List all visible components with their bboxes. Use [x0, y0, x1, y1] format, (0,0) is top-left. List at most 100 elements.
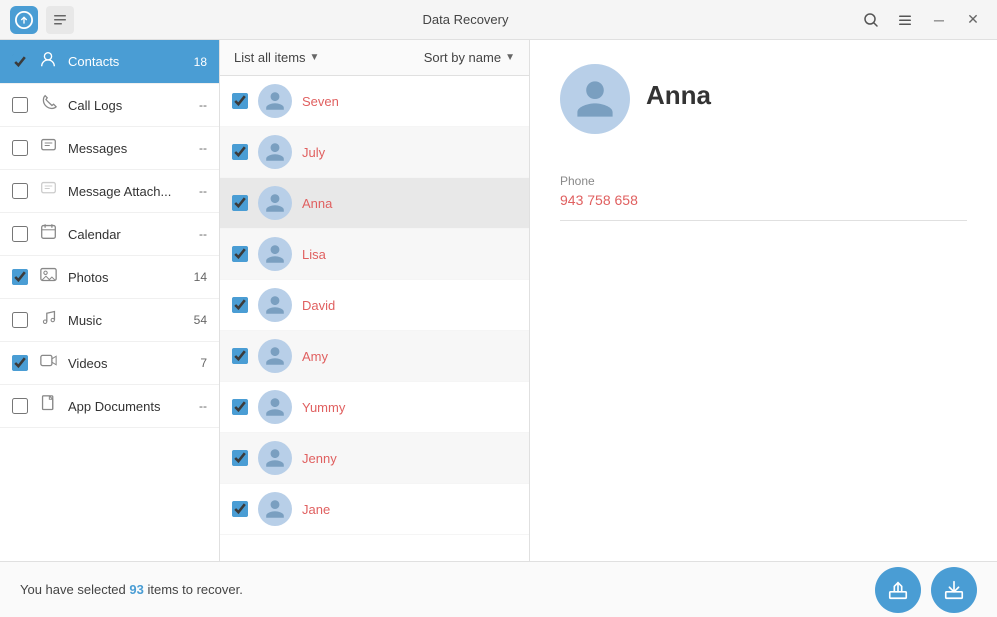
sidebar-videos-count: 7 — [200, 356, 207, 370]
lisa-name: Lisa — [302, 247, 326, 262]
minimize-button[interactable]: ─ — [925, 6, 953, 34]
footer-actions — [875, 567, 977, 613]
restore-to-device-button[interactable] — [875, 567, 921, 613]
list-filter-label: List all items — [234, 50, 306, 65]
footer-suffix: items to recover. — [144, 582, 243, 597]
seven-avatar — [258, 84, 292, 118]
photos-checkbox[interactable] — [12, 269, 28, 285]
sidebar-item-message-attach[interactable]: Message Attach... -- — [0, 170, 219, 213]
window-controls: ─ ✕ — [857, 6, 987, 34]
content-area: List all items ▼ Sort by name ▼ Seven — [220, 40, 997, 561]
sidebar-messages-count: -- — [199, 141, 207, 155]
amy-name: Amy — [302, 349, 328, 364]
sidebar-msgattach-label: Message Attach... — [68, 184, 199, 199]
sidebar-photos-label: Photos — [68, 270, 194, 285]
msg-attach-checkbox[interactable] — [12, 183, 28, 199]
july-name: July — [302, 145, 325, 160]
amy-checkbox[interactable] — [232, 348, 248, 364]
save-to-computer-button[interactable] — [931, 567, 977, 613]
secondary-logo[interactable] — [46, 6, 74, 34]
sidebar-music-label: Music — [68, 313, 194, 328]
july-checkbox[interactable] — [232, 144, 248, 160]
jane-checkbox[interactable] — [232, 501, 248, 517]
footer: You have selected 93 items to recover. — [0, 561, 997, 617]
sidebar-msgattach-count: -- — [199, 184, 207, 198]
list-item[interactable]: Jane — [220, 484, 529, 535]
list-all-items-dropdown[interactable]: List all items ▼ — [234, 50, 319, 65]
list-item[interactable]: David — [220, 280, 529, 331]
filter-dropdown-arrow: ▼ — [310, 52, 320, 63]
jenny-name: Jenny — [302, 451, 337, 466]
anna-avatar — [258, 186, 292, 220]
sidebar-item-videos[interactable]: Videos 7 — [0, 342, 219, 385]
yummy-checkbox[interactable] — [232, 399, 248, 415]
david-checkbox[interactable] — [232, 297, 248, 313]
seven-checkbox[interactable] — [232, 93, 248, 109]
music-checkbox[interactable] — [12, 312, 28, 328]
sidebar-item-contacts[interactable]: Contacts 18 — [0, 40, 219, 84]
list-item[interactable]: Jenny — [220, 433, 529, 484]
list-item[interactable]: Yummy — [220, 382, 529, 433]
jenny-checkbox[interactable] — [232, 450, 248, 466]
phone-label: Phone — [560, 174, 967, 188]
sidebar-calllogs-label: Call Logs — [68, 98, 199, 113]
july-avatar — [258, 135, 292, 169]
detail-panel: Anna Phone 943 758 658 — [530, 40, 997, 561]
sidebar-music-count: 54 — [194, 313, 207, 327]
phone-divider — [560, 220, 967, 221]
message-icon — [38, 137, 58, 159]
titlebar-left — [10, 6, 74, 34]
list-header: List all items ▼ Sort by name ▼ — [220, 40, 529, 76]
sidebar-messages-label: Messages — [68, 141, 199, 156]
yummy-name: Yummy — [302, 400, 345, 415]
contacts-checkbox[interactable] — [12, 54, 28, 70]
sort-dropdown-arrow: ▼ — [505, 52, 515, 63]
call-logs-checkbox[interactable] — [12, 97, 28, 113]
list-item[interactable]: Amy — [220, 331, 529, 382]
sidebar-contacts-label: Contacts — [68, 54, 194, 69]
list-item[interactable]: Lisa — [220, 229, 529, 280]
videos-checkbox[interactable] — [12, 355, 28, 371]
jane-name: Jane — [302, 502, 330, 517]
app-logo — [10, 6, 38, 34]
lisa-checkbox[interactable] — [232, 246, 248, 262]
calendar-checkbox[interactable] — [12, 226, 28, 242]
close-button[interactable]: ✕ — [959, 6, 987, 34]
sidebar-item-music[interactable]: Music 54 — [0, 299, 219, 342]
sidebar-item-app-documents[interactable]: App Documents -- — [0, 385, 219, 428]
detail-name: Anna — [646, 80, 711, 111]
phone-value: 943 758 658 — [560, 192, 967, 208]
music-icon — [38, 309, 58, 331]
sidebar-item-photos[interactable]: Photos 14 — [0, 256, 219, 299]
sidebar-calendar-count: -- — [199, 227, 207, 241]
sidebar-item-messages[interactable]: Messages -- — [0, 127, 219, 170]
menu-button[interactable] — [891, 6, 919, 34]
sidebar-item-calendar[interactable]: Calendar -- — [0, 213, 219, 256]
contacts-list: Seven July Anna — [220, 76, 529, 561]
app-docs-checkbox[interactable] — [12, 398, 28, 414]
list-item[interactable]: July — [220, 127, 529, 178]
detail-phone-field: Phone 943 758 658 — [560, 174, 967, 221]
person-icon — [38, 50, 58, 73]
sidebar-item-call-logs[interactable]: Call Logs -- — [0, 84, 219, 127]
messages-checkbox[interactable] — [12, 140, 28, 156]
footer-prefix: You have selected — [20, 582, 129, 597]
photo-icon — [38, 266, 58, 288]
sidebar-appdocs-label: App Documents — [68, 399, 199, 414]
attach-icon — [38, 180, 58, 202]
list-item[interactable]: Anna — [220, 178, 529, 229]
seven-name: Seven — [302, 94, 339, 109]
list-item[interactable]: Seven — [220, 76, 529, 127]
sidebar-appdocs-count: -- — [199, 399, 207, 413]
jenny-avatar — [258, 441, 292, 475]
sidebar: Contacts 18 Call Logs -- Messages -- — [0, 40, 220, 561]
sort-by-dropdown[interactable]: Sort by name ▼ — [424, 50, 515, 65]
main-area: Contacts 18 Call Logs -- Messages -- — [0, 40, 997, 561]
phone-icon — [38, 94, 58, 116]
app-title: Data Recovery — [423, 12, 509, 27]
anna-checkbox[interactable] — [232, 195, 248, 211]
search-button[interactable] — [857, 6, 885, 34]
titlebar: Data Recovery ─ ✕ — [0, 0, 997, 40]
sidebar-videos-label: Videos — [68, 356, 200, 371]
document-icon — [38, 395, 58, 417]
